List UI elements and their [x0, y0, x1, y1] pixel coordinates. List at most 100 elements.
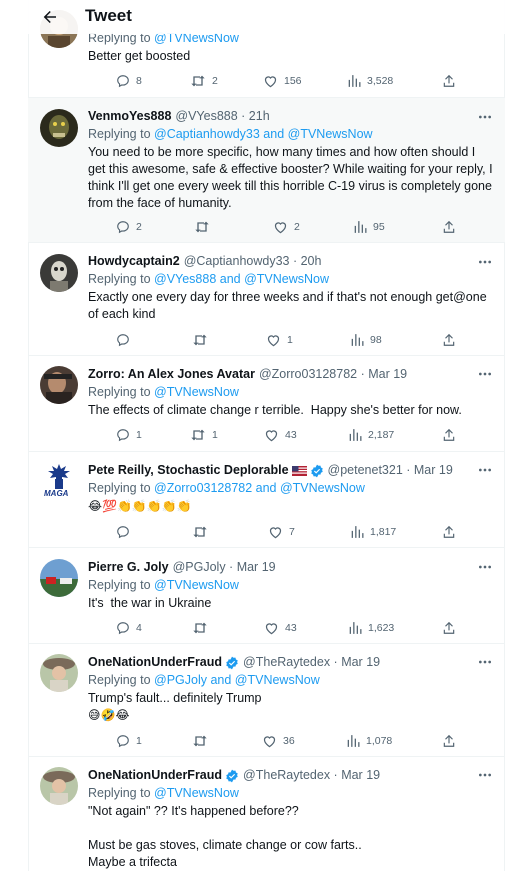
- tweet-actions: 1 98: [116, 331, 476, 349]
- page-title: Tweet: [85, 6, 132, 25]
- reply-button[interactable]: [116, 523, 136, 541]
- more-options-icon[interactable]: [477, 462, 493, 478]
- share-button[interactable]: [442, 732, 456, 750]
- avatar[interactable]: [40, 254, 78, 292]
- reply-button[interactable]: [116, 331, 136, 349]
- verified-badge-icon[interactable]: [225, 656, 239, 670]
- user-handle[interactable]: @Captianhowdy33 · 20h: [184, 253, 322, 270]
- avatar[interactable]: [40, 767, 78, 805]
- user-name[interactable]: OneNationUnderFraud: [88, 767, 222, 784]
- views-button[interactable]: 1,078: [346, 732, 392, 750]
- retweet-button[interactable]: 2: [190, 72, 218, 90]
- like-button[interactable]: 1: [266, 331, 293, 349]
- avatar[interactable]: MAGA: [40, 462, 78, 502]
- user-handle[interactable]: @Zorro03128782 · Mar 19: [259, 366, 407, 383]
- user-name[interactable]: Pete Reilly, Stochastic Deplorable: [88, 462, 289, 479]
- views-icon: [349, 429, 362, 441]
- reply-button[interactable]: 1: [116, 732, 142, 750]
- reply-button[interactable]: 2: [116, 218, 142, 236]
- user-name[interactable]: Pierre G. Joly: [88, 559, 169, 576]
- view-count: 1,817: [370, 526, 397, 538]
- mention-link[interactable]: @Captianhowdy33 and @TVNewsNow: [154, 127, 373, 141]
- mention-link[interactable]: @Zorro03128782 and @TVNewsNow: [154, 481, 365, 495]
- like-button[interactable]: 156: [263, 72, 302, 90]
- tweet[interactable]: OneNationUnderFraud @TheRaytedex · Mar 19…: [28, 757, 505, 871]
- like-button[interactable]: 2: [273, 218, 300, 236]
- views-button[interactable]: 1,623: [348, 619, 394, 637]
- tweet[interactable]: MAGA Pete Reilly, Stochastic Deplorable @…: [28, 452, 505, 548]
- avatar[interactable]: [40, 559, 78, 597]
- more-options-icon[interactable]: [477, 767, 493, 783]
- user-handle[interactable]: @TheRaytedex · Mar 19: [243, 654, 380, 671]
- user-name[interactable]: Zorro: An Alex Jones Avatar: [88, 366, 255, 383]
- tweet[interactable]: OneNationUnderFraud @TheRaytedex · Mar 19…: [28, 644, 505, 757]
- tweet-text: Trump's fault... definitely Trump: [88, 691, 262, 705]
- mention-link[interactable]: @TVNewsNow: [154, 786, 239, 800]
- views-button[interactable]: 1,817: [350, 523, 396, 541]
- retweet-button[interactable]: [192, 619, 214, 637]
- user-name[interactable]: OneNationUnderFraud: [88, 654, 222, 671]
- verified-badge-icon[interactable]: [310, 464, 324, 478]
- share-button[interactable]: [442, 72, 456, 90]
- retweet-button[interactable]: [194, 218, 216, 236]
- replying-to: Replying to @TVNewsNow: [88, 578, 239, 592]
- share-button[interactable]: [442, 426, 456, 444]
- tweet-meta: Pete Reilly, Stochastic Deplorable @peten…: [88, 462, 495, 479]
- heart-icon: [265, 623, 278, 635]
- retweet-button[interactable]: [192, 331, 214, 349]
- heart-icon: [269, 527, 282, 539]
- reply-button[interactable]: 8: [116, 72, 142, 90]
- like-button[interactable]: 43: [264, 426, 297, 444]
- views-icon: [351, 526, 364, 538]
- user-handle[interactable]: @petenet321 · Mar 19: [328, 462, 453, 479]
- mention-link[interactable]: @TVNewsNow: [154, 385, 239, 399]
- like-count: 1: [287, 334, 293, 346]
- tweet[interactable]: Howdycaptain2 @Captianhowdy33 · 20h Reply…: [28, 243, 505, 356]
- more-options-icon[interactable]: [477, 366, 493, 382]
- mention-link[interactable]: @TVNewsNow: [154, 578, 239, 592]
- more-options-icon[interactable]: [477, 109, 493, 125]
- user-handle[interactable]: @TheRaytedex · Mar 19: [243, 767, 380, 784]
- mention-link[interactable]: @PGJoly and @TVNewsNow: [154, 673, 320, 687]
- views-button[interactable]: 2,187: [348, 426, 394, 444]
- avatar[interactable]: [40, 654, 78, 692]
- tweet[interactable]: VenmoYes888 @VYes888 · 21h Replying to @C…: [28, 98, 505, 243]
- share-icon: [443, 74, 455, 87]
- like-button[interactable]: 43: [264, 619, 297, 637]
- tweet-text: The effects of climate change r terrible…: [88, 403, 462, 417]
- user-handle[interactable]: @PGJoly · Mar 19: [173, 559, 276, 576]
- share-button[interactable]: [442, 619, 456, 637]
- like-button[interactable]: 36: [262, 732, 295, 750]
- retweet-button[interactable]: [192, 732, 214, 750]
- like-button[interactable]: 7: [268, 523, 295, 541]
- avatar[interactable]: [40, 366, 78, 404]
- reply-button[interactable]: 4: [116, 619, 142, 637]
- views-button[interactable]: 95: [353, 218, 385, 236]
- avatar[interactable]: [40, 109, 78, 147]
- view-count: 2,187: [368, 429, 395, 441]
- views-icon: [347, 735, 360, 747]
- like-count: 7: [289, 526, 295, 538]
- user-name[interactable]: VenmoYes888: [88, 108, 171, 125]
- views-button[interactable]: 3,528: [347, 72, 393, 90]
- user-handle[interactable]: @VYes888 · 21h: [175, 108, 269, 125]
- tweet[interactable]: Zorro: An Alex Jones Avatar @Zorro0312878…: [28, 356, 505, 452]
- tweet-text: You need to be more specific, how many t…: [88, 145, 497, 210]
- views-button[interactable]: 98: [350, 331, 382, 349]
- retweet-button[interactable]: [192, 523, 214, 541]
- more-options-icon[interactable]: [477, 654, 493, 670]
- share-button[interactable]: [442, 218, 456, 236]
- more-options-icon[interactable]: [477, 254, 493, 270]
- user-name[interactable]: Howdycaptain2: [88, 253, 180, 270]
- more-options-icon[interactable]: [477, 559, 493, 575]
- tweet[interactable]: Pierre G. Joly @PGJoly · Mar 19 Replying …: [28, 548, 505, 644]
- retweet-button[interactable]: 1: [190, 426, 218, 444]
- tweet-text: 😂💯👏👏👏👏👏: [88, 499, 192, 513]
- share-button[interactable]: [442, 523, 456, 541]
- retweet-icon: [191, 429, 205, 441]
- share-button[interactable]: [442, 331, 456, 349]
- reply-button[interactable]: 1: [116, 426, 142, 444]
- back-button[interactable]: [38, 5, 62, 29]
- mention-link[interactable]: @VYes888 and @TVNewsNow: [154, 272, 329, 286]
- verified-badge-icon[interactable]: [225, 769, 239, 783]
